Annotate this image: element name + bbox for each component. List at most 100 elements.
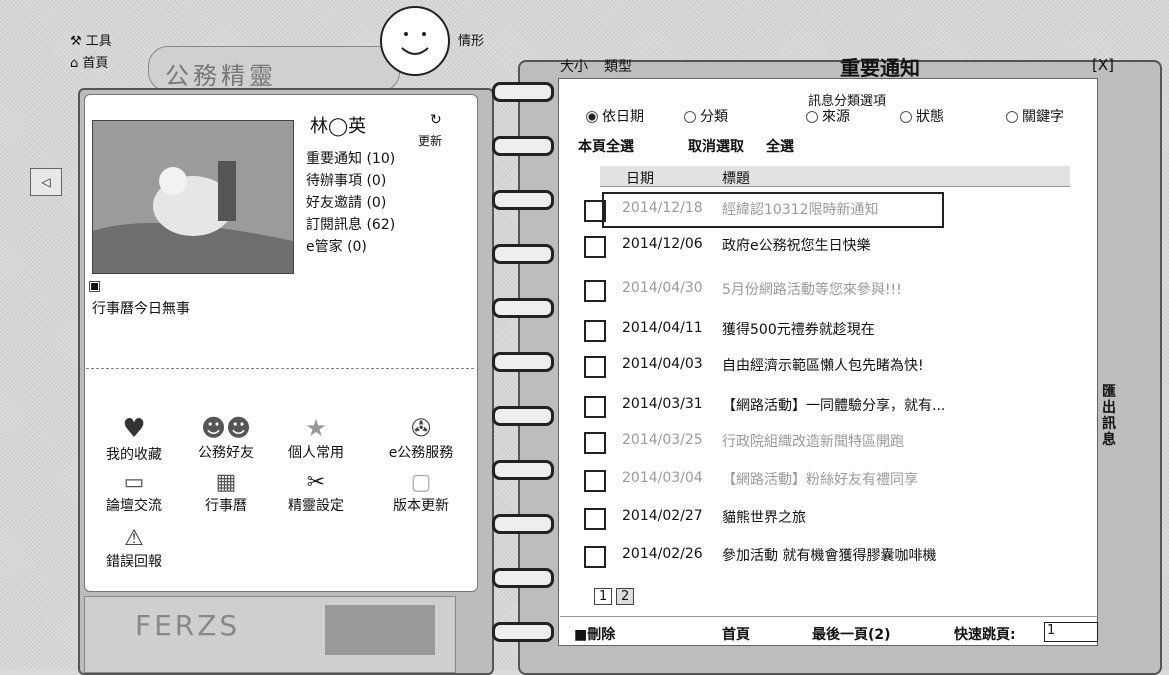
shortcut-e-service[interactable]: ✇ e公務服務 [368, 414, 474, 462]
table-row[interactable]: 2014/04/30 5月份網路活動等您來參與!!! [584, 270, 1074, 306]
shortcut-personal[interactable]: ★ 個人常用 [268, 414, 364, 462]
binder-ring [492, 460, 554, 480]
col-title[interactable]: 標題 [722, 168, 750, 188]
shortcut-settings[interactable]: ✂ 精靈設定 [268, 470, 364, 515]
binder-ring [492, 136, 554, 156]
calendar-icon: ▦ [215, 470, 237, 495]
row-title[interactable]: 政府e公務祝您生日快樂 [722, 235, 1072, 255]
row-checkbox[interactable] [584, 508, 606, 530]
option-by-date[interactable]: 依日期 [586, 106, 644, 126]
stat-subscription[interactable]: 訂閱訊息 (62) [306, 214, 395, 236]
table-row[interactable]: 2014/03/31 【網路活動】一同體驗分享，就有... [584, 386, 1074, 422]
export-button[interactable]: 匯出訊息 [1102, 384, 1120, 448]
binder-ring [492, 406, 554, 426]
option-status[interactable]: 狀態 [900, 106, 944, 126]
option-label: 關鍵字 [1022, 109, 1064, 125]
delete-button[interactable]: ■刪除 [574, 624, 615, 644]
stat-friend-invite[interactable]: 好友邀請 (0) [306, 192, 395, 214]
option-label: 依日期 [602, 109, 644, 125]
table-row[interactable]: 2014/04/03 自由經濟示範區懶人包先睹為快! [584, 346, 1074, 382]
panel-title: 重要通知 [840, 56, 920, 80]
update-icon: ▢ [410, 470, 432, 495]
table-row[interactable]: 2014/03/25 行政院組織改造新聞特區開跑 [584, 422, 1074, 458]
shortcut-friends[interactable]: ☻☻ 公務好友 [178, 414, 274, 462]
refresh-icon[interactable]: ↻ [430, 112, 442, 128]
deselect-button[interactable]: 取消選取 [688, 136, 744, 156]
row-title[interactable]: 參加活動 就有機會獲得膠囊咖啡機 [722, 545, 1072, 565]
page-tab-2[interactable]: 2 [616, 588, 635, 605]
stat-e-manager[interactable]: e管家 (0) [306, 236, 395, 258]
service-icon: ✇ [410, 414, 432, 442]
table-row[interactable]: 2014/02/26 參加活動 就有機會獲得膠囊咖啡機 [584, 536, 1074, 572]
radio-icon [586, 111, 598, 123]
tools-icon: ⚒ [70, 34, 82, 49]
row-checkbox[interactable] [584, 396, 606, 418]
banner[interactable]: FERZS [84, 596, 456, 673]
radio-icon [900, 111, 912, 123]
tab-home-label: 首頁 [82, 56, 109, 71]
shortcut-favorites[interactable]: ♥ 我的收藏 [86, 414, 182, 464]
option-label: 分類 [700, 109, 728, 125]
tab-tools[interactable]: ⚒ 工具 [70, 30, 112, 49]
row-title[interactable]: 自由經濟示範區懶人包先睹為快! [722, 355, 1072, 375]
row-title[interactable]: 獲得500元禮券就趁現在 [722, 319, 1072, 339]
row-checkbox[interactable] [584, 280, 606, 302]
jump-input[interactable]: 1 [1044, 622, 1098, 642]
shortcut-update[interactable]: ▢ 版本更新 [368, 470, 474, 515]
shortcut-label: 公務好友 [198, 445, 254, 461]
close-button[interactable]: [X] [1092, 56, 1114, 74]
col-date[interactable]: 日期 [626, 168, 654, 188]
stat-todo[interactable]: 待辦事項 (0) [306, 170, 395, 192]
calendar-text: 行事曆今日無事 [92, 301, 190, 317]
select-page-button[interactable]: 本頁全選 [578, 136, 634, 156]
option-source[interactable]: 來源 [806, 106, 850, 126]
row-checkbox[interactable] [584, 320, 606, 342]
tab-home[interactable]: ⌂ 首頁 [70, 52, 108, 71]
row-title[interactable]: 【網路活動】一同體驗分享，就有... [722, 395, 1072, 415]
first-page-button[interactable]: 首頁 [722, 624, 750, 644]
banner-graphic [325, 605, 435, 655]
table-row[interactable]: 2014/04/11 獲得500元禮券就趁現在 [584, 310, 1074, 346]
option-label: 來源 [822, 109, 850, 125]
radio-icon [1006, 111, 1018, 123]
size-tab[interactable]: 大小 [560, 56, 588, 76]
collapse-tab[interactable]: ◁ [30, 168, 62, 196]
table-row[interactable]: 2014/12/06 政府e公務祝您生日快樂 [584, 226, 1074, 262]
binder-ring [492, 568, 554, 588]
row-title[interactable]: 5月份網路活動等您來參與!!! [722, 279, 1072, 299]
binder-ring [492, 190, 554, 210]
chevron-left-icon: ◁ [41, 175, 51, 189]
row-checkbox[interactable] [584, 236, 606, 258]
row-checkbox[interactable] [584, 470, 606, 492]
page-tab-1[interactable]: 1 [594, 588, 613, 605]
table-row[interactable]: 2014/03/04 【網路活動】粉絲好友有禮同享 [584, 460, 1074, 496]
row-date: 2014/12/06 [622, 236, 703, 252]
row-title[interactable]: 行政院組織改造新聞特區開跑 [722, 431, 1072, 451]
shortcut-calendar[interactable]: ▦ 行事曆 [178, 470, 274, 515]
mascot-icon[interactable] [380, 6, 450, 76]
calendar-add-icon[interactable]: ▣ [88, 278, 101, 294]
row-date: 2014/03/25 [622, 432, 703, 448]
refresh-button[interactable]: 更新 [418, 132, 442, 149]
row-checkbox[interactable] [584, 546, 606, 568]
people-icon: ☻☻ [200, 414, 252, 442]
option-category[interactable]: 分類 [684, 106, 728, 126]
select-all-button[interactable]: 全選 [766, 136, 794, 156]
row-checkbox[interactable] [584, 432, 606, 454]
jump-label: 快速跳頁: [954, 627, 1016, 643]
shortcut-error-report[interactable]: ⚠ 錯誤回報 [86, 526, 182, 571]
row-title[interactable]: 【網路活動】粉絲好友有禮同享 [722, 469, 1072, 489]
last-page-button[interactable]: 最後一頁(2) [812, 624, 891, 644]
row-title[interactable]: 貓熊世界之旅 [722, 507, 1072, 527]
row-checkbox[interactable] [584, 356, 606, 378]
binder-ring [492, 514, 554, 534]
radio-icon [806, 111, 818, 123]
shortcut-forum[interactable]: ▭ 論壇交流 [86, 470, 182, 515]
star-icon: ★ [305, 414, 327, 442]
stat-important[interactable]: 重要通知 (10) [306, 148, 395, 170]
type-tab[interactable]: 類型 [604, 56, 632, 76]
table-row[interactable]: 2014/02/27 貓熊世界之旅 [584, 498, 1074, 534]
option-keyword[interactable]: 關鍵字 [1006, 106, 1064, 126]
row-date: 2014/04/30 [622, 280, 703, 296]
row-date: 2014/02/27 [622, 508, 703, 524]
